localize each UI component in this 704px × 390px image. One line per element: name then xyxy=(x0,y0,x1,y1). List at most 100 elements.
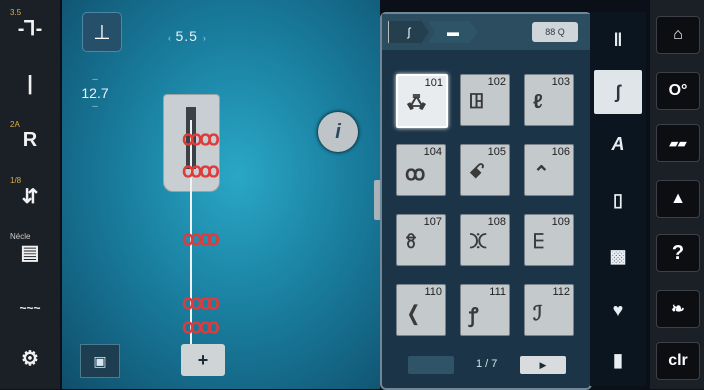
home-icon: ⌂ xyxy=(673,26,683,43)
stitch-number: 112 xyxy=(552,286,570,298)
stitch-tile-109[interactable]: 109 ꗋ xyxy=(524,214,574,266)
stitch-selection-panel: ʃ ▬ 88 Q 101 ꗈ 102 ꖸ 103 ℓ 104 ꝏ 105 ꗃ 1… xyxy=(380,12,592,390)
stitch-number: 102 xyxy=(487,76,506,88)
width-decrease-icon: ‹ xyxy=(168,33,176,43)
help-button[interactable]: ? xyxy=(656,234,700,272)
stitch-tile-110[interactable]: 110 ❬ xyxy=(396,284,446,336)
category-alphabets[interactable]: A xyxy=(594,122,642,166)
decorative-stitch-icon: ʃ xyxy=(407,25,411,39)
add-stitch-button[interactable]: + xyxy=(181,344,225,376)
category-decorative-stitches[interactable]: ʃ xyxy=(594,70,642,114)
stitch-pattern-icon: ℐ xyxy=(533,303,543,325)
length-decrease-icon: – xyxy=(92,101,98,112)
presser-foot-button[interactable]: 2A R xyxy=(6,118,54,162)
stitch-number: 111 xyxy=(489,286,506,298)
category-practical-stitches[interactable]: ‖ xyxy=(594,18,642,62)
breadcrumb-subcategory[interactable]: ▬ xyxy=(428,21,478,43)
stitch-pattern-icon: ꖼ xyxy=(469,231,488,253)
category-personal-program[interactable]: ♥ xyxy=(594,288,642,332)
next-page-button[interactable]: ▶ xyxy=(520,356,566,374)
stitch-category-bar: ‖ ʃ A ▯ ▩ ♥ ▮ xyxy=(590,12,646,386)
stitch-motif: ꝏꝏ xyxy=(182,160,220,182)
stitch-motif: ꝏꝏ xyxy=(182,316,220,338)
page-indicator: 1 / 7 xyxy=(476,358,498,370)
help-icon: ? xyxy=(671,241,685,264)
tutorial-icon: ▰▰ xyxy=(669,137,687,150)
stitch-pattern-icon: ⌃ xyxy=(533,163,550,185)
eco-button[interactable]: ❧ xyxy=(656,290,700,328)
stitch-tile-102[interactable]: 102 ꖸ xyxy=(460,74,510,126)
clr-button[interactable]: clr xyxy=(656,342,700,380)
decorative-stitches-icon: ʃ xyxy=(615,81,621,102)
home-button[interactable]: ⌂ xyxy=(656,16,700,54)
presser-foot-value: 2A xyxy=(10,120,20,129)
stitch-length-display[interactable]: – 12.7 – xyxy=(80,74,110,112)
info-button[interactable]: i xyxy=(318,112,358,152)
stitch-tile-103[interactable]: 103 ℓ xyxy=(524,74,574,126)
stitch-tile-105[interactable]: 105 ꗃ xyxy=(460,144,510,196)
stitch-tile-107[interactable]: 107 ꗉ xyxy=(396,214,446,266)
presser-foot-icon: R xyxy=(22,128,38,151)
needle-selection-button[interactable]: | xyxy=(6,62,54,106)
stitch-pattern-icon: ꝭ xyxy=(469,305,479,327)
needle-position-button[interactable]: 3.5 -Ꞁ- xyxy=(6,6,54,50)
info-icon: i xyxy=(335,120,341,143)
stitch-length-value: 12.7 xyxy=(81,85,109,101)
stitch-motif: ꝏꝏ xyxy=(182,292,220,314)
stitch-number: 105 xyxy=(487,146,506,158)
stitch-tile-101[interactable]: 101 ꗈ xyxy=(396,74,448,128)
needle-icon: | xyxy=(27,72,33,95)
stitch-number: 106 xyxy=(551,146,570,158)
stitch-pattern-icon: ℓ xyxy=(533,91,543,113)
stitch-tile-108[interactable]: 108 ꖼ xyxy=(460,214,510,266)
stitch-pattern-icon: ꗈ xyxy=(406,92,427,114)
clear-label: clr xyxy=(668,352,688,369)
width-increase-icon: › xyxy=(202,33,207,43)
stitch-tile-111[interactable]: 111 ꝭ xyxy=(460,284,510,336)
memory-icon: ▮ xyxy=(613,349,623,370)
breadcrumb-category[interactable]: ʃ xyxy=(388,21,429,43)
search-icon: 88 Q xyxy=(545,27,565,37)
category-quilt-stitches[interactable]: ▩ xyxy=(594,234,642,278)
panel-header: ʃ ▬ 88 Q xyxy=(382,14,590,50)
eco-icon: ❧ xyxy=(671,301,685,318)
stitch-number: 110 xyxy=(424,286,442,298)
stitch-pattern-icon: ꗉ xyxy=(405,231,417,253)
quilt-stitches-icon: ▩ xyxy=(609,245,627,266)
thread-tension-button[interactable]: 1/8 ⇵ xyxy=(6,174,54,218)
arrow-right-icon: ▶ xyxy=(539,359,547,370)
alphabets-icon: A xyxy=(611,133,625,154)
setup-button[interactable]: O° xyxy=(656,72,700,110)
feed-dog-button[interactable]: ~~~ xyxy=(6,286,54,330)
practical-stitches-icon: ‖ xyxy=(613,29,623,50)
settings-button[interactable]: ⚙ xyxy=(6,336,54,380)
tutorial-button[interactable]: ▰▰ xyxy=(656,124,700,162)
stitch-number: 103 xyxy=(551,76,570,88)
stitch-number: 109 xyxy=(551,216,570,228)
stitch-motif: ꝏꝏ xyxy=(182,228,220,250)
stitch-number: 108 xyxy=(487,216,506,228)
personal-program-icon: ♥ xyxy=(612,299,624,320)
tension-value: 1/8 xyxy=(10,176,22,185)
category-buttonholes[interactable]: ▯ xyxy=(594,178,642,222)
buttonholes-icon: ▯ xyxy=(613,189,623,210)
stitch-width-display[interactable]: ‹ 5.5 › xyxy=(168,28,207,44)
stitch-tile-104[interactable]: 104 ꝏ xyxy=(396,144,446,196)
needle-plate-button[interactable]: Nécle ▤ xyxy=(6,230,54,274)
needle-stop-button[interactable]: ⊥ xyxy=(82,12,122,52)
stitch-pattern-icon: ꗋ xyxy=(533,231,545,253)
creative-consultant-button[interactable]: ▲ xyxy=(656,180,700,218)
stitch-pattern-icon: ꗃ xyxy=(469,161,485,183)
tension-icon: ⇵ xyxy=(21,185,39,208)
stitch-tile-106[interactable]: 106 ⌃ xyxy=(524,144,574,196)
feed-dog-icon: ~~~ xyxy=(19,301,41,315)
needle-plate-value: Nécle xyxy=(10,232,31,241)
stitch-preview-area xyxy=(62,0,380,389)
search-button[interactable]: 88 Q xyxy=(532,22,578,42)
needle-position-icon: -Ꞁ- xyxy=(17,17,43,40)
category-memory[interactable]: ▮ xyxy=(594,338,642,382)
stitch-tile-112[interactable]: 112 ℐ xyxy=(524,284,574,336)
previous-page-button[interactable] xyxy=(408,356,454,374)
stitch-view-button[interactable]: ▣ xyxy=(80,344,120,378)
needle-position-value: 3.5 xyxy=(10,8,22,17)
